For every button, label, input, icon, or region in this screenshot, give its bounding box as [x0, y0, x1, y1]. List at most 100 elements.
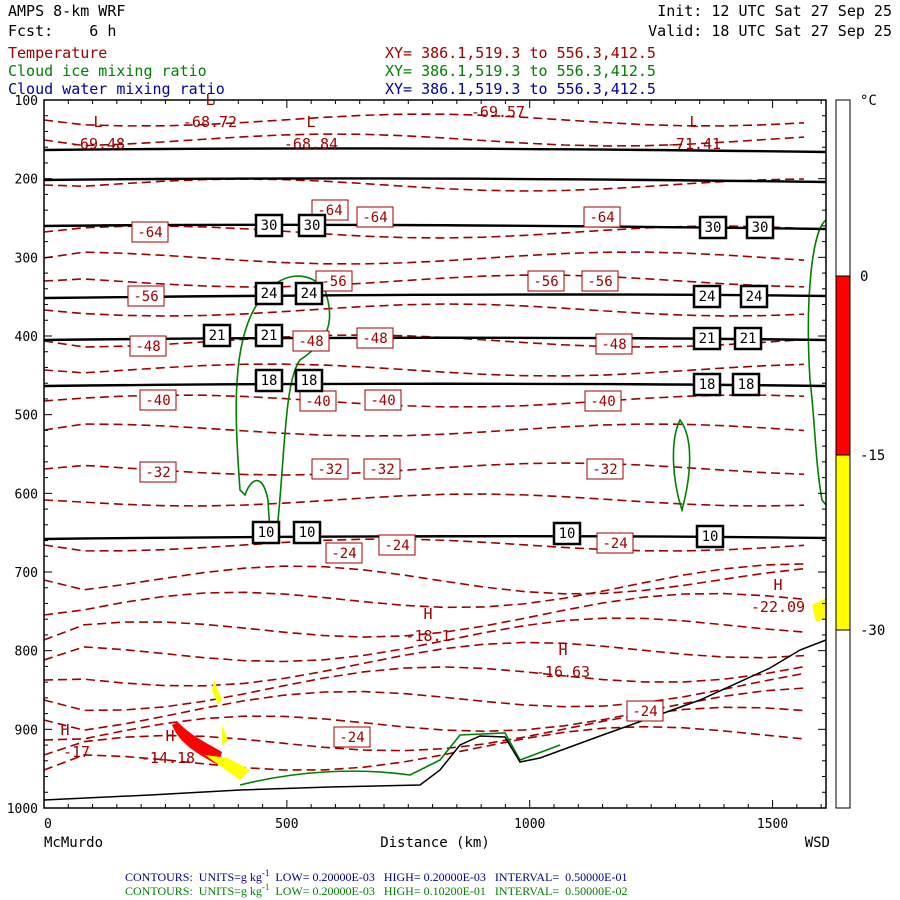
- black-contour-label: 24: [746, 289, 763, 305]
- extremum-kind: L: [306, 113, 315, 131]
- x-endpoint-right: WSD: [805, 835, 830, 851]
- temperature-label: -32: [317, 462, 342, 478]
- black-contour-label: 10: [559, 526, 576, 542]
- temperature-label: -24: [339, 730, 364, 746]
- temperature-label: -64: [362, 210, 387, 226]
- temperature-label: -48: [601, 337, 626, 353]
- black-contour-label: 10: [258, 525, 275, 541]
- y-tick-label: 600: [15, 487, 38, 502]
- terrain-line: [43, 639, 827, 801]
- extremum-value: -22.09: [751, 598, 805, 616]
- extremum-value: -14.18: [141, 749, 195, 767]
- temperature-label: -24: [331, 546, 356, 562]
- axis-ticks: [43, 99, 826, 809]
- black-contour-label: 30: [261, 218, 278, 234]
- y-tick-label: 800: [15, 645, 38, 660]
- temperature-label: -24: [602, 536, 627, 552]
- black-contour-label: 30: [752, 220, 769, 236]
- colorbar-tick: -30: [860, 623, 885, 639]
- y-tick-label: 700: [15, 566, 38, 581]
- black-contour-label: 10: [299, 525, 316, 541]
- extremum-kind: H: [558, 641, 567, 659]
- temperature-label: -56: [533, 274, 558, 290]
- temperature-label: -24: [384, 538, 409, 554]
- temperature-contour: [43, 538, 805, 552]
- black-contour-label: 18: [301, 373, 318, 389]
- temperature-label: -64: [589, 210, 614, 226]
- temperature-label: -48: [298, 334, 323, 350]
- y-tick-label: 400: [15, 330, 38, 345]
- temperature-label: -56: [321, 274, 346, 290]
- temperature-contour: [43, 251, 805, 265]
- temperature-label: -32: [145, 465, 170, 481]
- temperature-label: -48: [135, 339, 160, 355]
- temperature-label: -32: [592, 462, 617, 478]
- temperature-label: -64: [137, 225, 162, 241]
- black-contour-label: 21: [740, 331, 757, 347]
- x-tick-label: 500: [275, 817, 298, 832]
- x-tick-label: 1500: [757, 817, 788, 832]
- black-contour-label: 24: [699, 289, 716, 305]
- extremum-kind: L: [93, 113, 102, 131]
- black-contour-label: 21: [209, 328, 226, 344]
- black-contour-label: 10: [702, 529, 719, 545]
- colorbar-tick: 0: [860, 269, 868, 285]
- temperature-contour: [43, 274, 805, 288]
- footer-ice: CONTOURS: UNITS=g kg-1 LOW= 0.20000E-03 …: [125, 882, 628, 898]
- temperature-contour: [43, 363, 805, 377]
- temperature-contour: [43, 706, 805, 756]
- colorbar-yellow: [835, 454, 851, 631]
- plot-frame: [43, 99, 827, 809]
- temperature-label: -48: [362, 331, 387, 347]
- extremum-kind: H: [60, 721, 69, 739]
- temperature-label: -56: [587, 274, 612, 290]
- extremum-value: -68.84: [284, 135, 338, 153]
- y-tick-label: 100: [15, 94, 38, 109]
- colorbar-red: [835, 275, 851, 456]
- extremum-value: -16.63: [536, 663, 590, 681]
- colorbar-tick: -15: [860, 448, 885, 464]
- temperature-contour: [43, 423, 805, 437]
- black-contour-label: 21: [699, 331, 716, 347]
- black-contour-label: 30: [304, 218, 321, 234]
- black-contour-label: 18: [738, 377, 755, 393]
- x-tick-label: 1000: [514, 817, 545, 832]
- x-endpoint-left: McMurdo: [44, 835, 103, 851]
- temperature-label: -40: [145, 393, 170, 409]
- temperature-label: -24: [632, 704, 657, 720]
- cloud-ice-contours: [235, 219, 827, 786]
- y-tick-label: 500: [15, 409, 38, 424]
- extremum-kind: L: [205, 91, 214, 109]
- black-contour-label: 24: [301, 286, 318, 302]
- temperature-label: -40: [590, 394, 615, 410]
- y-tick-label: 300: [15, 251, 38, 266]
- extremum-kind: H: [165, 727, 174, 745]
- extremum-value: -68.72: [183, 113, 237, 131]
- extremum-value: -69.57: [471, 103, 525, 121]
- y-tick-label: 900: [15, 723, 38, 738]
- temperature-contour: [43, 641, 805, 687]
- colorbar-unit: °C: [860, 93, 877, 109]
- black-contour-label: 21: [261, 328, 278, 344]
- temperature-contours: [43, 113, 805, 771]
- temperature-label: -40: [305, 394, 330, 410]
- extremum-kind: H: [773, 576, 782, 594]
- temperature-contour: [43, 565, 805, 595]
- extremum-value: -18.1: [405, 627, 450, 645]
- extremum-kind: H: [423, 605, 432, 623]
- temperature-label: -40: [370, 393, 395, 409]
- black-contour-label: 30: [705, 220, 722, 236]
- y-tick-label: 200: [15, 173, 38, 188]
- x-tick-label: 0: [44, 817, 52, 832]
- y-tick-label: 1000: [7, 802, 38, 817]
- cross-section-plot: 10020030040050060070080090010000 500 1000 1…: [7, 91, 886, 851]
- black-contour-label: 18: [699, 377, 716, 393]
- extremum-value: -69.48: [71, 135, 125, 153]
- black-contour-label: 24: [261, 286, 278, 302]
- extremum-value: -71.41: [667, 135, 721, 153]
- x-axis-label: Distance (km): [380, 835, 490, 851]
- extremum-kind: L: [689, 113, 698, 131]
- temperature-label: -32: [369, 462, 394, 478]
- temperature-label: -56: [133, 289, 158, 305]
- black-contour-label: 18: [261, 373, 278, 389]
